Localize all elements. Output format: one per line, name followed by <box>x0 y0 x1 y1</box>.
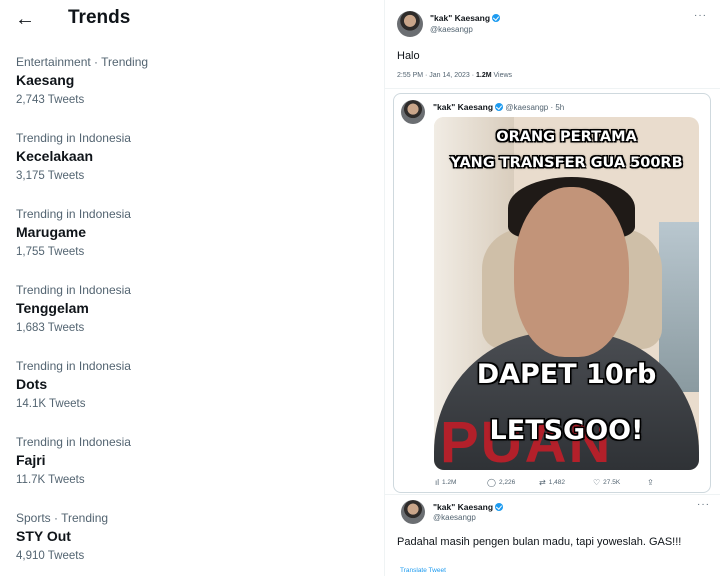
author-name[interactable]: "kak" Kaesang <box>430 13 501 23</box>
retweet-button[interactable]: ⇄ 1,482 <box>539 478 565 487</box>
tweet-meta: 2:55 PM · Jan 14, 2023 · 1.2M Views <box>397 72 513 79</box>
trend-name: Dots <box>16 376 48 392</box>
heart-icon: ♡ <box>593 478 601 487</box>
verified-badge-icon <box>495 103 504 111</box>
column-divider <box>384 0 385 576</box>
author-handle[interactable]: @kaesangp <box>430 25 473 34</box>
trend-count: 1,683 Tweets <box>16 322 85 334</box>
trend-category: Entertainment · Trending <box>16 55 149 69</box>
trend-count: 14.1K Tweets <box>16 398 86 410</box>
reply-button[interactable]: ◯ 2,226 <box>487 478 515 487</box>
retweet-icon: ⇄ <box>539 478 546 487</box>
avatar[interactable] <box>397 11 423 37</box>
views-icon: ıl <box>435 478 439 487</box>
trend-category: Trending in Indonesia <box>16 131 131 145</box>
tweet-text: Padahal masih pengen bulan madu, tapi yo… <box>397 536 682 548</box>
author-name[interactable]: "kak" Kaesang @kaesangp · 5h <box>433 102 564 112</box>
trend-item[interactable]: Trending in Indonesia Dots 14.1K Tweets <box>16 359 376 423</box>
image-caption: LETSGOO! <box>489 415 644 446</box>
author-handle[interactable]: @kaesangp <box>433 513 476 522</box>
tweet-actions: ıl 1.2M ◯ 2,226 ⇄ 1,482 ♡ 27.5K ⇪ <box>435 478 697 490</box>
like-button[interactable]: ♡ 27.5K <box>593 478 620 487</box>
trend-count: 2,743 Tweets <box>16 94 85 106</box>
more-icon[interactable]: ··· <box>694 10 707 21</box>
trend-count: 1,755 Tweets <box>16 246 85 258</box>
trend-category: Trending in Indonesia <box>16 207 131 221</box>
trend-item[interactable]: Trending in Indonesia Marugame 1,755 Twe… <box>16 207 376 271</box>
more-icon[interactable]: ··· <box>697 499 710 510</box>
share-icon: ⇪ <box>647 478 654 487</box>
trend-item[interactable]: Entertainment · Trending Kaesang 2,743 T… <box>16 55 376 119</box>
avatar[interactable] <box>401 500 425 524</box>
trend-count: 3,175 Tweets <box>16 170 85 182</box>
trend-name: STY Out <box>16 528 71 544</box>
trend-count: 4,910 Tweets <box>16 550 85 562</box>
reply-icon: ◯ <box>487 478 496 487</box>
page-title: Trends <box>68 7 131 28</box>
author-name[interactable]: "kak" Kaesang <box>433 502 504 512</box>
trend-item[interactable]: Trending in Indonesia Fajri 11.7K Tweets <box>16 435 376 499</box>
translate-link[interactable]: Translate Tweet <box>400 567 446 574</box>
trend-name: Fajri <box>16 452 46 468</box>
trend-item[interactable]: Trending in Indonesia Tenggelam 1,683 Tw… <box>16 283 376 347</box>
tweet-text: Halo <box>397 50 420 62</box>
image-caption: DAPET 10rb <box>476 359 657 390</box>
trend-category: Trending in Indonesia <box>16 435 131 449</box>
trend-name: Kaesang <box>16 72 75 88</box>
trend-count: 11.7K Tweets <box>16 474 85 486</box>
divider <box>385 88 720 89</box>
trend-category: Trending in Indonesia <box>16 283 131 297</box>
share-button[interactable]: ⇪ <box>647 478 657 487</box>
trend-category: Sports · Trending <box>16 511 109 525</box>
trend-item[interactable]: Trending in Indonesia Kecelakaan 3,175 T… <box>16 131 376 195</box>
trend-name: Kecelakaan <box>16 148 94 164</box>
views-button[interactable]: ıl 1.2M <box>435 478 456 487</box>
image-caption: ORANG PERTAMA <box>496 129 637 145</box>
tweet-image[interactable]: PUAN ORANG PERTAMA YANG TRANSFER GUA 500… <box>434 117 699 470</box>
divider <box>385 494 720 495</box>
trend-category: Trending in Indonesia <box>16 359 131 373</box>
trend-item[interactable]: Sports · Trending STY Out 4,910 Tweets <box>16 511 376 575</box>
verified-badge-icon <box>495 503 504 511</box>
arrow-left-icon[interactable]: ← <box>12 6 38 32</box>
trend-name: Marugame <box>16 224 87 240</box>
trends-panel: ← Trends Entertainment · Trending Kaesan… <box>0 0 384 576</box>
trend-name: Tenggelam <box>16 300 89 316</box>
verified-badge-icon <box>492 14 501 22</box>
trends-header: ← Trends <box>0 0 384 40</box>
image-caption: YANG TRANSFER GUA 500RB <box>450 155 683 171</box>
avatar[interactable] <box>401 100 425 124</box>
